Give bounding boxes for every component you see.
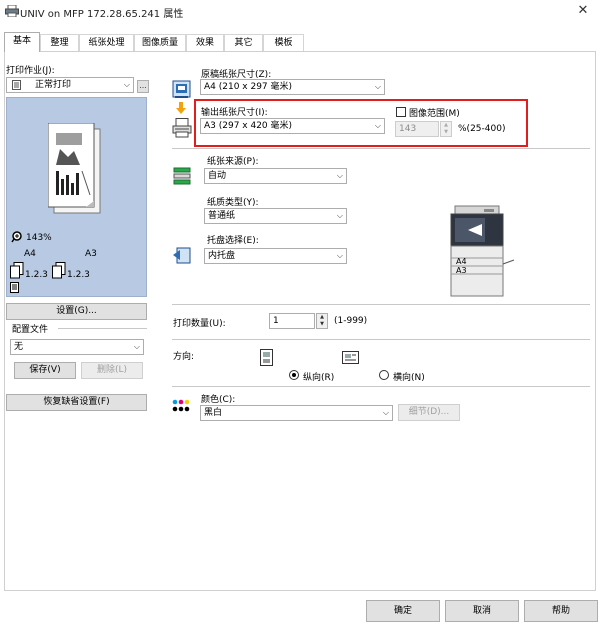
landscape-radio[interactable]	[379, 370, 389, 380]
profile-label: 配置文件	[12, 325, 49, 335]
stack-pages-icon	[52, 262, 66, 279]
tab-image-quality[interactable]: 图像质量	[134, 34, 186, 52]
preview-panel: 143% A4 A3 1.2.3 1.2.3	[6, 97, 147, 297]
paper-from-label: A4	[24, 249, 36, 259]
color-label: 颜色(C):	[201, 395, 236, 405]
delete-button[interactable]: 删除(L)	[81, 362, 143, 379]
image-range-input[interactable]: 143	[395, 121, 439, 137]
restore-defaults-button[interactable]: 恢复缺省设置(F)	[6, 394, 147, 411]
original-paper-icon	[172, 80, 191, 98]
settings-button[interactable]: 设置(G)...	[6, 303, 147, 320]
printer-tray-a4: A4	[456, 257, 467, 266]
chevron-down-icon: ⌵	[382, 408, 389, 417]
copies-spinner[interactable]: ▲ ▼	[316, 313, 328, 329]
paper-to-label: A3	[85, 249, 97, 259]
chevron-down-icon: ⌵	[123, 80, 130, 89]
chevron-down-icon: ⌵	[374, 82, 381, 91]
portrait-radio[interactable]	[289, 370, 299, 380]
document-icon	[10, 282, 19, 293]
original-size-value: A4 (210 x 297 毫米)	[204, 82, 293, 92]
zoom-percent: 143%	[26, 233, 52, 243]
stack-pages-icon	[10, 262, 24, 279]
section-divider	[172, 304, 590, 305]
profile-value: 无	[14, 342, 24, 352]
tab-template[interactable]: 模板	[263, 34, 304, 52]
chevron-down-icon: ⌵	[374, 121, 381, 130]
paper-source-value: 自动	[208, 171, 227, 181]
output-size-select[interactable]: A3 (297 x 420 毫米) ⌵	[200, 118, 385, 134]
chevron-down-icon: ⌵	[133, 342, 140, 351]
tab-finishing[interactable]: 整理	[40, 34, 79, 52]
tab-basic[interactable]: 基本	[4, 32, 40, 52]
window-title: UNIV on MFP 172.28.65.241 属性	[20, 9, 184, 20]
arrow-down-icon	[176, 102, 186, 114]
tab-paper-handling[interactable]: 纸张处理	[79, 34, 134, 52]
profile-select[interactable]: 无 ⌵	[10, 339, 144, 355]
image-range-checkbox[interactable]	[396, 107, 406, 117]
image-range-spinner[interactable]: ▲ ▼	[440, 121, 452, 137]
chevron-down-icon: ⌵	[336, 251, 343, 260]
chevron-down-icon: ⌵	[336, 211, 343, 220]
section-divider	[172, 386, 590, 387]
print-job-label: 打印作业(J):	[6, 66, 55, 76]
output-size-label: 输出纸张尺寸(I):	[201, 108, 268, 118]
tray-select[interactable]: 内托盘 ⌵	[204, 248, 347, 264]
tab-others[interactable]: 其它	[224, 34, 263, 52]
landscape-icon	[342, 351, 359, 364]
document-icon	[12, 80, 21, 90]
color-dots-icon	[172, 399, 190, 412]
tab-effect[interactable]: 效果	[186, 34, 224, 52]
page-sequence-left: 1.2.3	[25, 270, 48, 280]
ok-button[interactable]: 确定	[366, 600, 440, 622]
copies-input[interactable]: 1	[269, 313, 315, 329]
title-bar: UNIV on MFP 172.28.65.241 属性 ✕	[0, 0, 600, 24]
image-range-label: 图像范围(M)	[409, 109, 460, 119]
printer-tray-a3: A3	[456, 266, 467, 275]
details-button[interactable]: 细节(D)...	[398, 404, 460, 421]
printer-icon	[5, 5, 19, 17]
close-icon[interactable]: ✕	[574, 3, 592, 18]
page-sequence-right: 1.2.3	[67, 270, 90, 280]
paper-type-label: 纸质类型(Y):	[207, 198, 259, 208]
printer-illustration	[450, 205, 515, 297]
profile-divider	[58, 328, 147, 329]
color-select[interactable]: 黑白 ⌵	[200, 405, 393, 421]
help-button[interactable]: 帮助	[524, 600, 598, 622]
save-button[interactable]: 保存(V)	[14, 362, 76, 379]
zoom-icon	[11, 231, 22, 243]
output-size-value: A3 (297 x 420 毫米)	[204, 121, 293, 131]
paper-type-value: 普通纸	[208, 211, 236, 221]
tray-value: 内托盘	[208, 251, 236, 261]
paper-source-select[interactable]: 自动 ⌵	[204, 168, 347, 184]
paper-source-label: 纸张来源(P):	[207, 157, 259, 167]
landscape-label: 横向(N)	[393, 373, 425, 383]
color-value: 黑白	[204, 408, 223, 418]
portrait-icon	[260, 349, 273, 366]
paper-source-icon	[173, 167, 191, 185]
page-preview-image	[48, 123, 101, 214]
copies-range: (1-999)	[334, 316, 368, 326]
section-divider	[172, 339, 590, 340]
output-paper-icon	[172, 118, 192, 138]
cancel-button[interactable]: 取消	[445, 600, 519, 622]
print-job-select[interactable]: 正常打印 ⌵	[6, 77, 134, 93]
section-divider	[172, 148, 590, 149]
orientation-label: 方向:	[173, 352, 195, 362]
original-size-select[interactable]: A4 (210 x 297 毫米) ⌵	[200, 79, 385, 95]
portrait-label: 纵向(R)	[303, 373, 335, 383]
chevron-down-icon: ⌵	[336, 171, 343, 180]
copies-label: 打印数量(U):	[173, 319, 226, 329]
print-job-more-button[interactable]: …	[137, 80, 149, 93]
tray-label: 托盘选择(E):	[207, 236, 259, 246]
print-job-value: 正常打印	[35, 80, 72, 90]
image-range-unit: %(25-400)	[458, 124, 506, 134]
output-tray-icon	[173, 247, 191, 264]
paper-type-select[interactable]: 普通纸 ⌵	[204, 208, 347, 224]
